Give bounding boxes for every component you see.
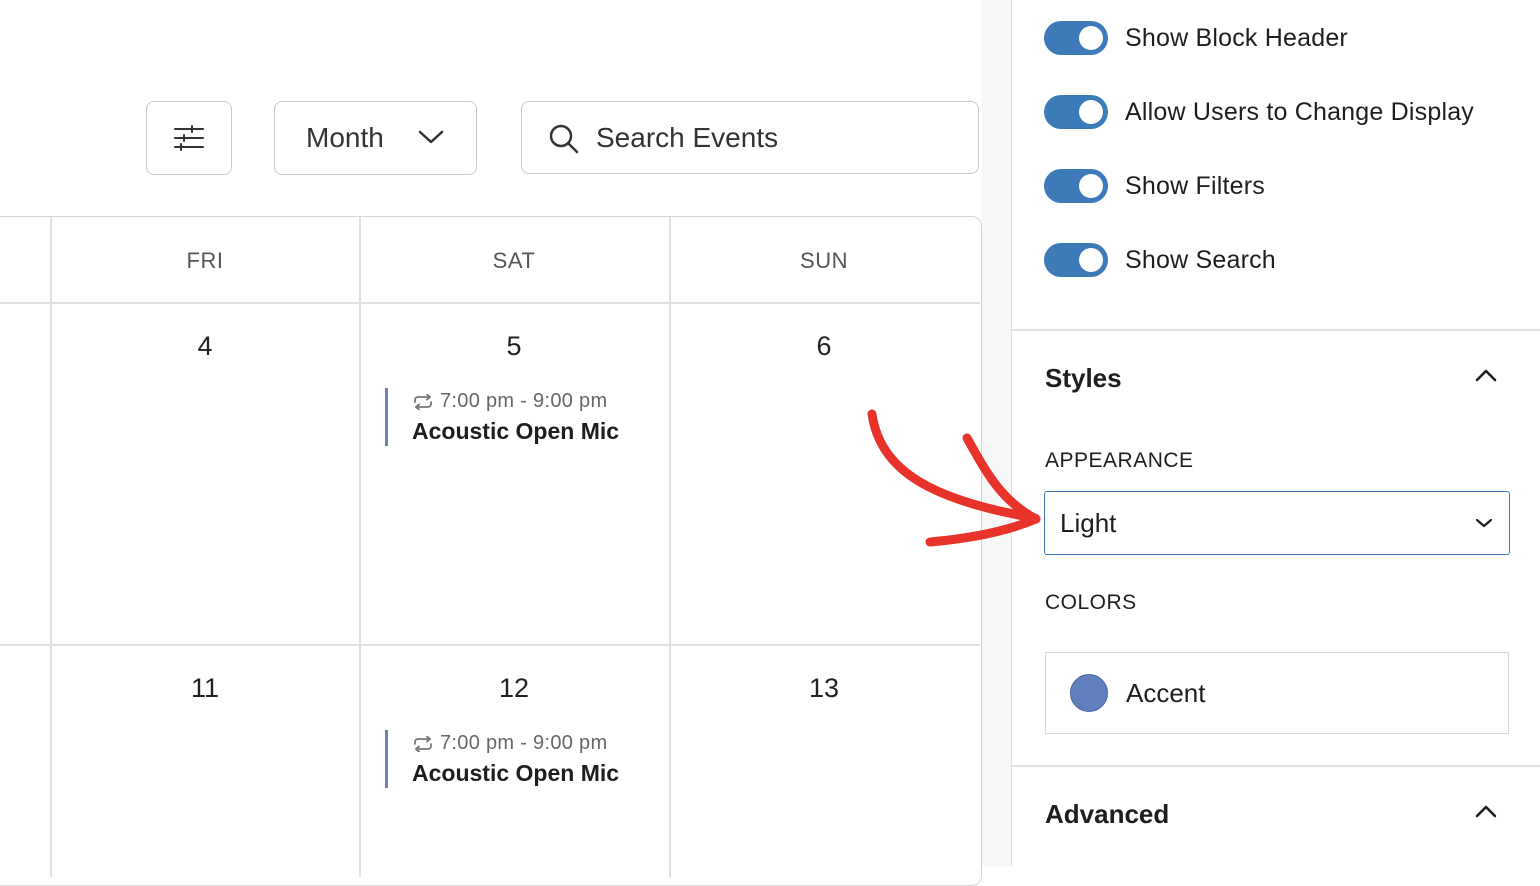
panel-gutter xyxy=(982,0,1011,866)
section-divider xyxy=(1012,765,1540,767)
styles-section-title[interactable]: Styles xyxy=(1045,363,1122,394)
toggle-label: Show Filters xyxy=(1125,171,1265,200)
day-number[interactable]: 5 xyxy=(359,331,669,362)
day-number[interactable]: 4 xyxy=(50,331,360,362)
advanced-section-title[interactable]: Advanced xyxy=(1045,799,1169,830)
event-time: 7:00 pm - 9:00 pm xyxy=(440,732,608,754)
weekday-header: SAT xyxy=(492,248,536,273)
color-label: Accent xyxy=(1126,677,1206,708)
chevron-down-icon xyxy=(418,130,444,144)
grid-line xyxy=(50,217,52,877)
appearance-select[interactable]: Light xyxy=(1044,491,1510,555)
toggle-switch[interactable] xyxy=(1044,95,1108,129)
toggle-label: Show Block Header xyxy=(1125,23,1348,52)
colors-label: COLORS xyxy=(1045,591,1137,614)
grid-line xyxy=(0,644,980,646)
toggle-label: Allow Users to Change Display xyxy=(1125,97,1475,126)
toggle-show-filters[interactable]: Show Filters xyxy=(1044,169,1265,203)
appearance-value: Light xyxy=(1060,507,1117,538)
toggle-show-search[interactable]: Show Search xyxy=(1044,243,1276,277)
event-time: 7:00 pm - 9:00 pm xyxy=(440,390,608,412)
grid-line xyxy=(669,217,671,877)
day-number[interactable]: 6 xyxy=(669,331,979,362)
recurring-icon xyxy=(414,393,432,410)
calendar-event[interactable]: 7:00 pm - 9:00 pm Acoustic Open Mic xyxy=(385,388,668,446)
section-divider xyxy=(1012,329,1540,331)
toggle-label: Show Search xyxy=(1125,245,1276,274)
search-placeholder: Search Events xyxy=(596,121,779,153)
appearance-label: APPEARANCE xyxy=(1045,449,1194,472)
weekday-header: FRI xyxy=(186,248,224,273)
calendar-view: Month Search Events FRI SAT SUN 4 5 6 7:… xyxy=(0,0,982,886)
day-number[interactable]: 13 xyxy=(669,673,979,704)
weekday-header: SUN xyxy=(800,248,848,273)
event-title: Acoustic Open Mic xyxy=(412,418,620,444)
day-number[interactable]: 12 xyxy=(359,673,669,704)
calendar-event[interactable]: 7:00 pm - 9:00 pm Acoustic Open Mic xyxy=(385,730,668,788)
grid-line xyxy=(359,217,361,877)
view-select[interactable]: Month xyxy=(274,101,477,175)
chevron-up-icon[interactable] xyxy=(1474,366,1498,384)
search-icon xyxy=(549,124,579,154)
block-settings-panel xyxy=(1012,0,1540,866)
toggle-switch[interactable] xyxy=(1044,21,1108,55)
toggle-switch[interactable] xyxy=(1044,243,1108,277)
view-select-value: Month xyxy=(306,122,384,153)
search-input[interactable]: Search Events xyxy=(521,101,979,174)
event-title: Acoustic Open Mic xyxy=(412,760,620,786)
color-accent-button[interactable]: Accent xyxy=(1045,652,1509,734)
chevron-down-icon xyxy=(1475,518,1493,528)
filter-button[interactable] xyxy=(146,101,232,175)
toggle-show-block-header[interactable]: Show Block Header xyxy=(1044,21,1348,55)
sliders-icon xyxy=(174,125,204,151)
toggle-allow-change-display[interactable]: Allow Users to Change Display xyxy=(1044,95,1474,129)
grid-line xyxy=(0,302,980,304)
toggle-switch[interactable] xyxy=(1044,169,1108,203)
day-number[interactable]: 11 xyxy=(50,673,360,704)
chevron-up-icon[interactable] xyxy=(1474,802,1498,820)
recurring-icon xyxy=(414,735,432,752)
color-swatch xyxy=(1070,674,1108,712)
